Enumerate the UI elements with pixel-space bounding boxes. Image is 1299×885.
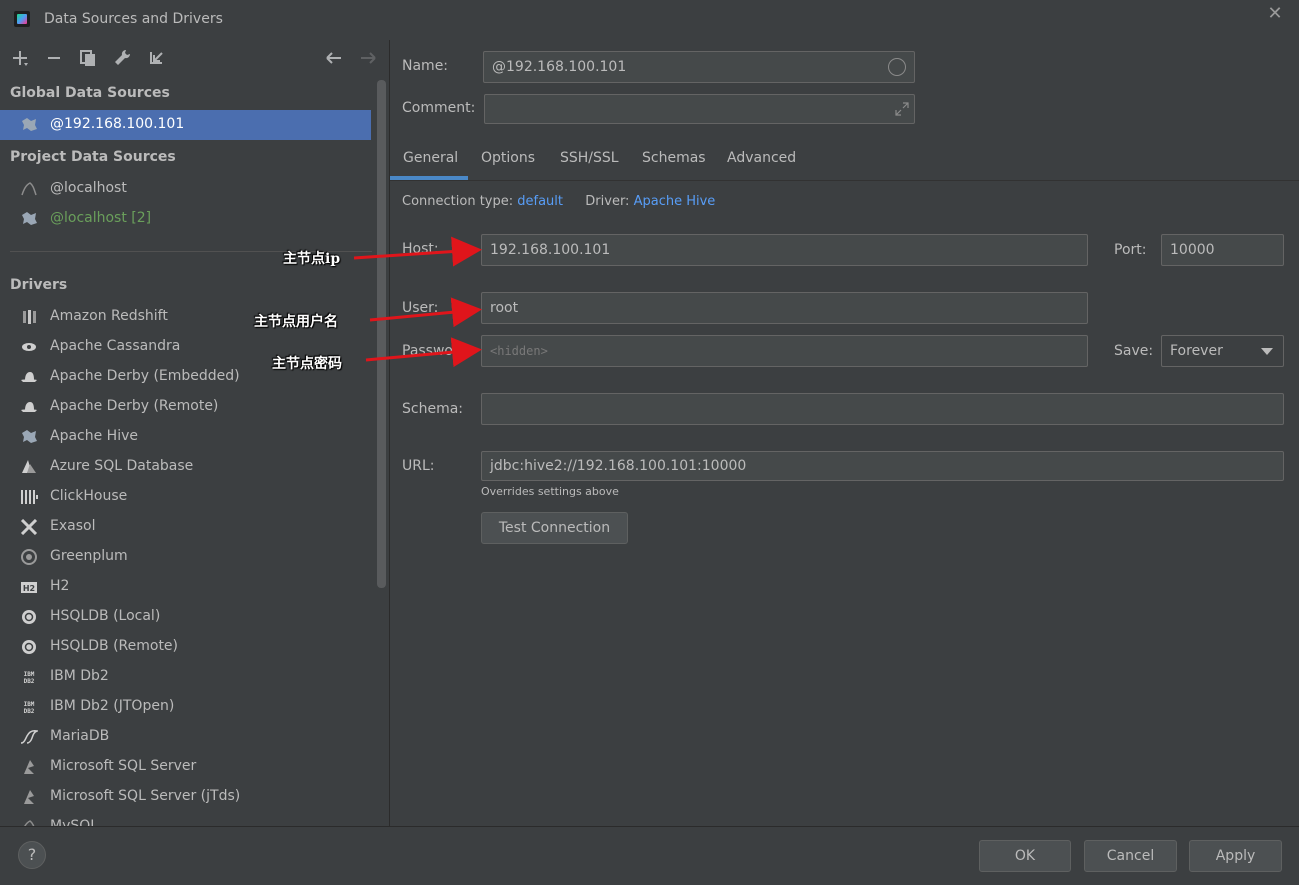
ok-button[interactable]: OK xyxy=(979,840,1071,872)
annotation-arrows xyxy=(353,236,482,368)
password-annotation: 主节点密码 xyxy=(272,356,342,372)
help-button[interactable]: ? xyxy=(18,841,46,869)
cancel-button[interactable]: Cancel xyxy=(1084,840,1177,872)
user-annotation: 主节点用户名 xyxy=(254,314,338,330)
footer-divider xyxy=(0,826,1299,827)
host-annotation: 主节点ip xyxy=(283,251,341,267)
apply-button[interactable]: Apply xyxy=(1189,840,1282,872)
